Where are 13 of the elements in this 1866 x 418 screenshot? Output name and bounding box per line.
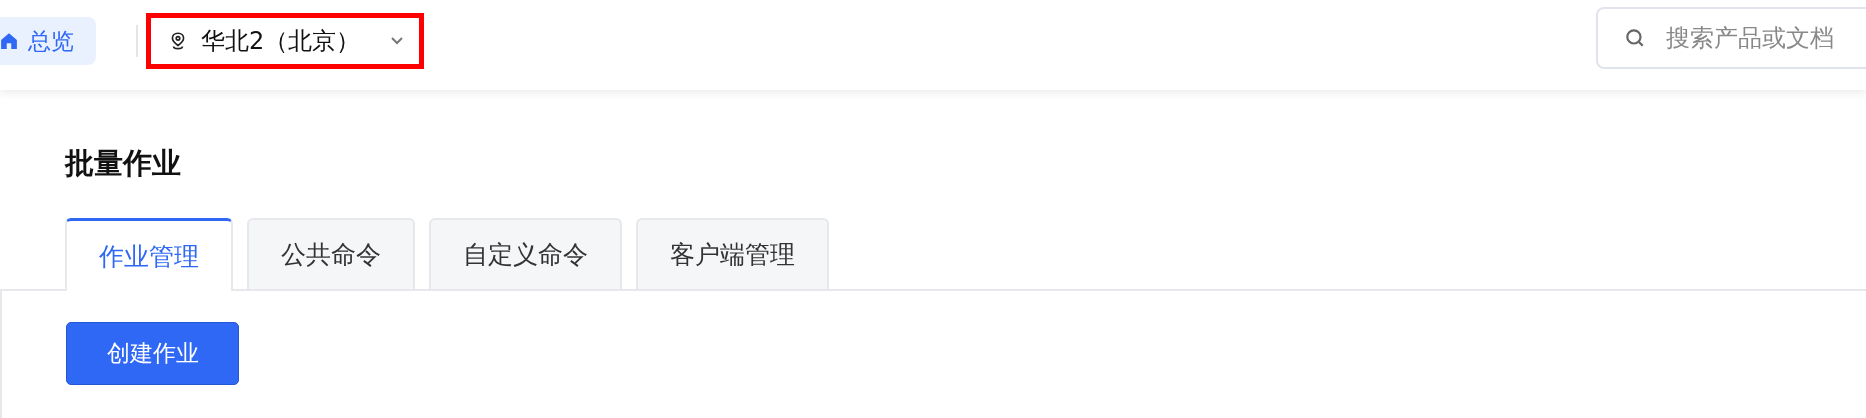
location-pin-icon [169,31,187,51]
home-icon [0,32,18,50]
create-job-button[interactable]: 创建作业 [66,322,239,385]
tab[interactable]: 作业管理 [65,218,233,291]
tab[interactable]: 自定义命令 [429,218,622,289]
search-icon [1624,27,1646,49]
region-selector[interactable]: 华北2（北京） [146,13,424,69]
tab[interactable]: 公共命令 [247,218,415,289]
search-field[interactable]: 搜索产品或文档 [1596,7,1866,69]
tab[interactable]: 客户端管理 [636,218,829,289]
page-title: 批量作业 [65,145,182,182]
home-button[interactable]: 总览 [0,17,96,65]
caret-icon [391,37,403,45]
